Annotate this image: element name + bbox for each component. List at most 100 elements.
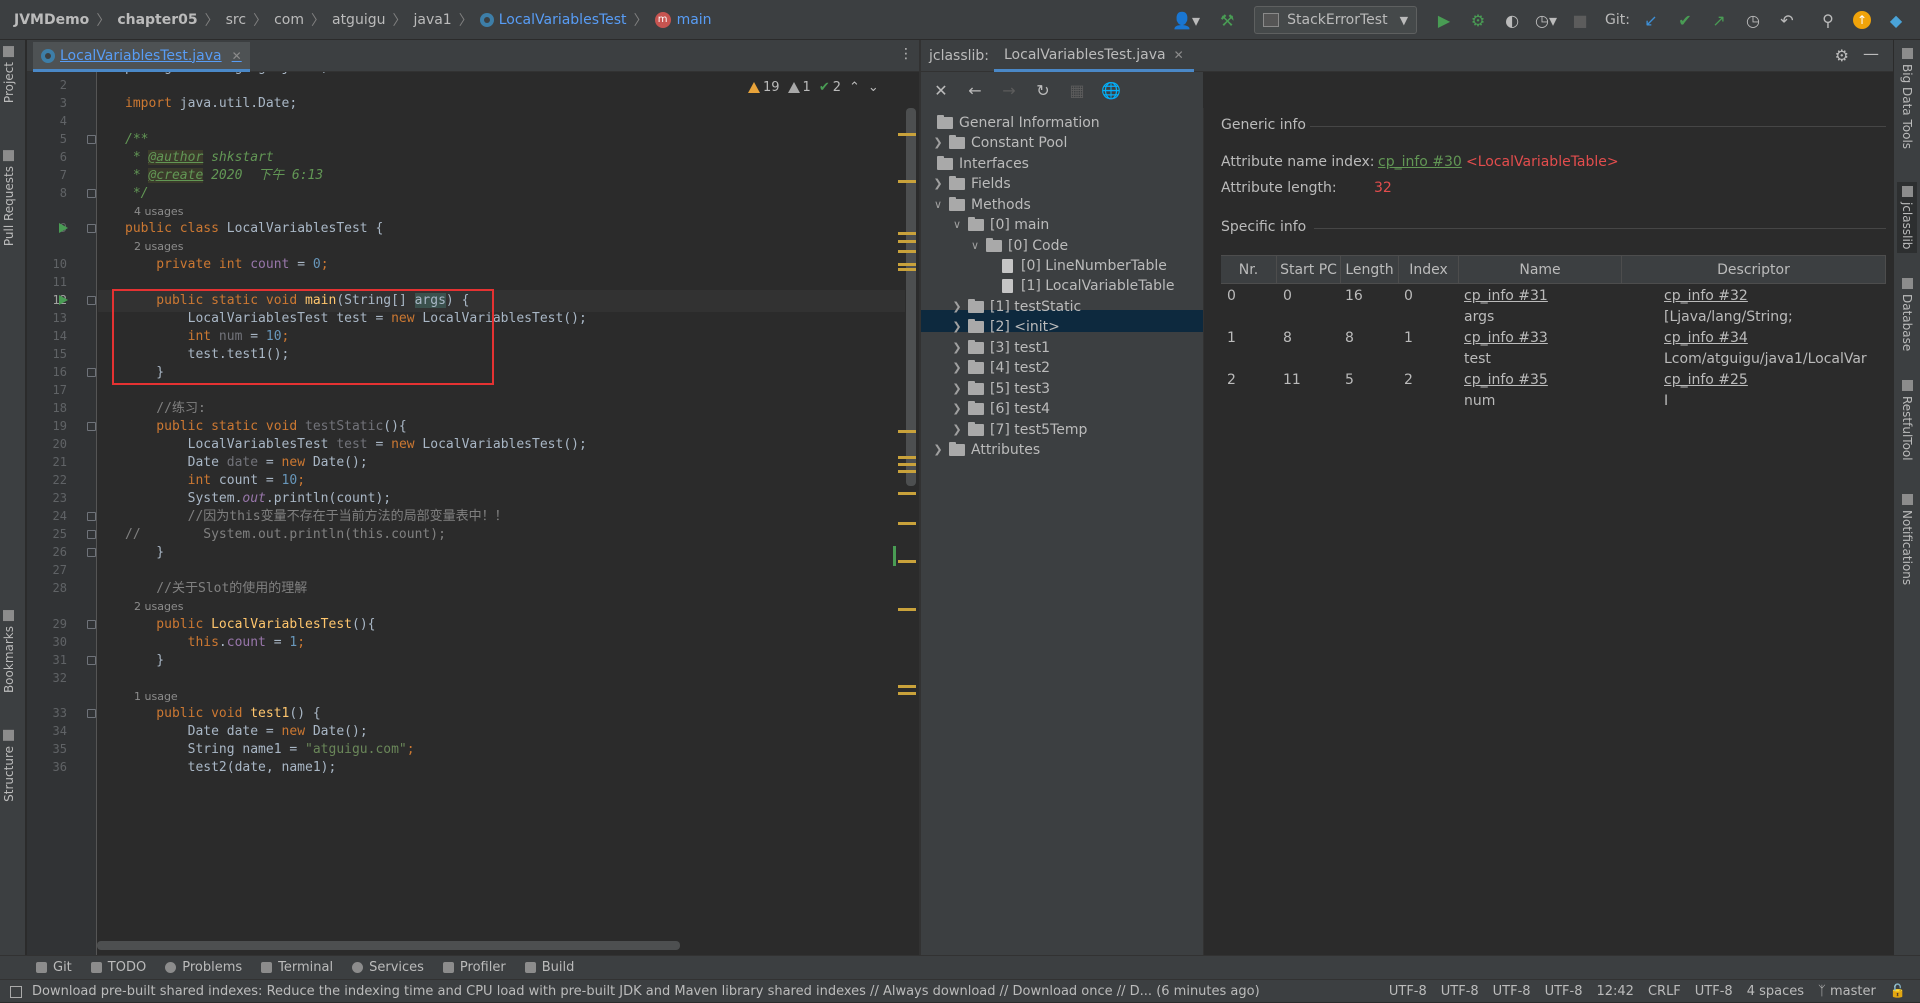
- tool-tab-services[interactable]: Services: [352, 960, 424, 975]
- git-push-icon[interactable]: ↗: [1705, 6, 1733, 34]
- chevron-right-icon[interactable]: ❯: [950, 419, 964, 441]
- tree-node-3-test1[interactable]: ❯ [3] test1: [950, 337, 1050, 359]
- tool-tab-structure[interactable]: Structure: [2, 730, 16, 802]
- chevron-down-icon[interactable]: ∨: [950, 214, 964, 236]
- warning-stripe-mark[interactable]: [898, 522, 916, 525]
- close-icon[interactable]: ✕: [1174, 48, 1184, 62]
- fold-icon[interactable]: [87, 620, 96, 629]
- jclasslib-tab[interactable]: LocalVariablesTest.java ✕: [994, 40, 1194, 72]
- encoding-4[interactable]: UTF-8: [1545, 984, 1583, 999]
- more-icon[interactable]: ⋮: [899, 46, 913, 62]
- web-icon[interactable]: 🌐: [1097, 76, 1125, 104]
- tree-node-methods[interactable]: ∨ Methods: [931, 194, 1031, 216]
- coverage-icon[interactable]: ◐: [1498, 6, 1526, 34]
- file-encoding[interactable]: UTF-8: [1695, 984, 1733, 999]
- table-cell[interactable]: cp_info #35: [1464, 372, 1548, 388]
- warning-stripe-mark[interactable]: [898, 133, 916, 136]
- tree-node-1-localvariabletable[interactable]: [1] LocalVariableTable: [1002, 275, 1174, 297]
- run-icon[interactable]: ▶: [1430, 6, 1458, 34]
- table-cell[interactable]: cp_info #31: [1464, 288, 1548, 304]
- refresh-icon[interactable]: ↻: [1029, 76, 1057, 104]
- tree-node-0-code[interactable]: ∨ [0] Code: [968, 235, 1068, 257]
- run-gutter-icon[interactable]: [59, 295, 68, 305]
- code-editor[interactable]: 1234567891011121314151617181920212223242…: [27, 72, 919, 955]
- column-header[interactable]: Name: [1459, 256, 1622, 284]
- tree-node-interfaces[interactable]: Interfaces: [937, 153, 1029, 175]
- warnings-count[interactable]: 19: [748, 80, 780, 95]
- chevron-right-icon[interactable]: ❯: [931, 439, 945, 461]
- fold-icon[interactable]: [87, 530, 96, 539]
- chevron-right-icon[interactable]: ❯: [950, 357, 964, 379]
- forward-arrow-icon[interactable]: →: [995, 76, 1023, 104]
- tree-node-2-init[interactable]: ❯ [2] <init>: [950, 316, 1060, 338]
- status-message[interactable]: Download pre-built shared indexes: Reduc…: [10, 980, 1260, 1003]
- table-cell[interactable]: cp_info #33: [1464, 330, 1548, 346]
- fold-icon[interactable]: [87, 656, 96, 665]
- breadcrumb-src[interactable]: src 〉: [226, 10, 274, 30]
- tool-tab-database[interactable]: Database: [1900, 278, 1914, 351]
- breadcrumb-java1[interactable]: java1 〉: [413, 10, 479, 30]
- git-branch[interactable]: ᛉ master: [1818, 984, 1876, 999]
- fold-icon[interactable]: [87, 368, 96, 377]
- run-gutter-icon[interactable]: [59, 223, 68, 233]
- tool-tab-problems[interactable]: Problems: [165, 960, 242, 975]
- typo-count[interactable]: ✔ 2: [819, 80, 841, 95]
- column-header[interactable]: Start PC: [1277, 256, 1341, 284]
- encoding-1[interactable]: UTF-8: [1389, 984, 1427, 999]
- chevron-right-icon[interactable]: ❯: [950, 316, 964, 338]
- chevron-right-icon[interactable]: ❯: [950, 378, 964, 400]
- run-configuration-select[interactable]: StackErrorTest ▼: [1254, 6, 1418, 34]
- warning-stripe-mark[interactable]: [898, 456, 916, 459]
- tree-node-1-teststatic[interactable]: ❯ [1] testStatic: [950, 296, 1081, 318]
- tree-node-constant-pool[interactable]: ❯ Constant Pool: [931, 132, 1067, 154]
- warning-stripe-mark[interactable]: [898, 232, 916, 235]
- column-header[interactable]: Descriptor: [1622, 256, 1886, 284]
- close-icon[interactable]: ✕: [232, 49, 242, 63]
- breadcrumb-com[interactable]: com 〉: [274, 10, 332, 30]
- breadcrumb-project[interactable]: JVMDemo 〉: [14, 10, 117, 30]
- minimize-icon[interactable]: —: [1863, 44, 1879, 63]
- table-cell[interactable]: cp_info #34: [1664, 330, 1748, 346]
- tool-tab-build[interactable]: Build: [524, 960, 574, 975]
- tool-tab-big-data-tools[interactable]: Big Data Tools: [1900, 48, 1914, 149]
- git-update-icon[interactable]: ↙: [1637, 6, 1665, 34]
- chevron-right-icon[interactable]: ❯: [950, 337, 964, 359]
- inspection-widget[interactable]: 19 1 ✔ 2 ⌃ ⌄: [748, 80, 887, 95]
- editor-tab-localvariablestest[interactable]: LocalVariablesTest.java ✕: [33, 42, 250, 72]
- ide-logo-icon[interactable]: ◆: [1882, 6, 1910, 34]
- save-icon[interactable]: ▦: [1063, 76, 1091, 104]
- warning-stripe-mark[interactable]: [898, 268, 916, 271]
- chevron-down-icon[interactable]: ∨: [931, 194, 945, 216]
- editor-horizontal-scrollbar[interactable]: [97, 941, 680, 950]
- warning-stripe-mark[interactable]: [898, 560, 916, 563]
- breadcrumb-atguigu[interactable]: atguigu 〉: [332, 10, 413, 30]
- warning-stripe-mark[interactable]: [898, 685, 916, 688]
- tool-tab-profiler[interactable]: Profiler: [442, 960, 506, 975]
- debug-icon[interactable]: ⚙: [1464, 6, 1492, 34]
- gear-icon[interactable]: ⚙: [1835, 46, 1849, 65]
- table-cell[interactable]: cp_info #25: [1664, 372, 1748, 388]
- update-icon[interactable]: ↑: [1848, 6, 1876, 34]
- breadcrumb-method[interactable]: m main: [654, 11, 712, 28]
- warning-stripe-mark[interactable]: [898, 463, 916, 466]
- column-header[interactable]: Nr.: [1221, 256, 1277, 284]
- chevron-down-icon[interactable]: ∨: [968, 235, 982, 257]
- line-separator[interactable]: CRLF: [1648, 984, 1681, 999]
- encoding-3[interactable]: UTF-8: [1493, 984, 1531, 999]
- tree-node-fields[interactable]: ❯ Fields: [931, 173, 1011, 195]
- breadcrumb-module[interactable]: chapter05 〉: [117, 10, 225, 30]
- build-hammer-icon[interactable]: ⚒: [1213, 6, 1241, 34]
- fold-icon[interactable]: [87, 422, 96, 431]
- tool-tab-pull-requests[interactable]: Pull Requests: [2, 150, 16, 246]
- chevron-right-icon[interactable]: ❯: [950, 398, 964, 420]
- warning-stripe-mark[interactable]: [898, 250, 916, 253]
- warning-stripe-mark[interactable]: [898, 180, 916, 183]
- git-commit-icon[interactable]: ✔: [1671, 6, 1699, 34]
- fold-icon[interactable]: [87, 135, 96, 144]
- weak-warnings-count[interactable]: 1: [787, 80, 811, 95]
- tree-node-0-main[interactable]: ∨ [0] main: [950, 214, 1049, 236]
- tool-tab-restfultool[interactable]: RestfulTool: [1900, 380, 1914, 461]
- caret-position[interactable]: 12:42: [1596, 984, 1633, 999]
- fold-icon[interactable]: [87, 512, 96, 521]
- attr-name-link[interactable]: cp_info #30: [1378, 154, 1462, 170]
